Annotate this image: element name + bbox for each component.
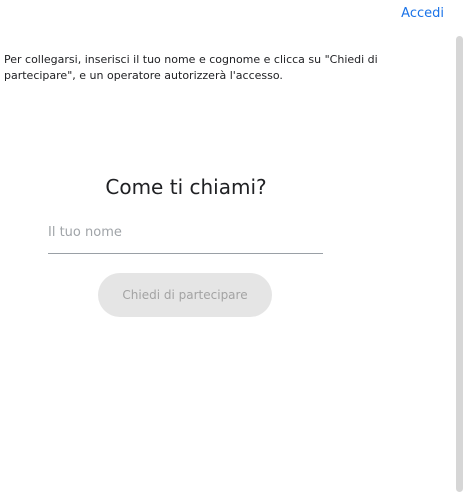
top-bar: Accedi bbox=[0, 0, 466, 30]
scrollbar[interactable] bbox=[456, 36, 463, 492]
ask-to-join-button[interactable]: Chiedi di partecipare bbox=[98, 273, 272, 317]
name-prompt-title: Come ti chiami? bbox=[105, 175, 267, 199]
instructions-text: Per collegarsi, inserisci il tuo nome e … bbox=[4, 53, 378, 82]
name-input[interactable] bbox=[48, 211, 323, 254]
sign-in-link[interactable]: Accedi bbox=[401, 6, 444, 21]
